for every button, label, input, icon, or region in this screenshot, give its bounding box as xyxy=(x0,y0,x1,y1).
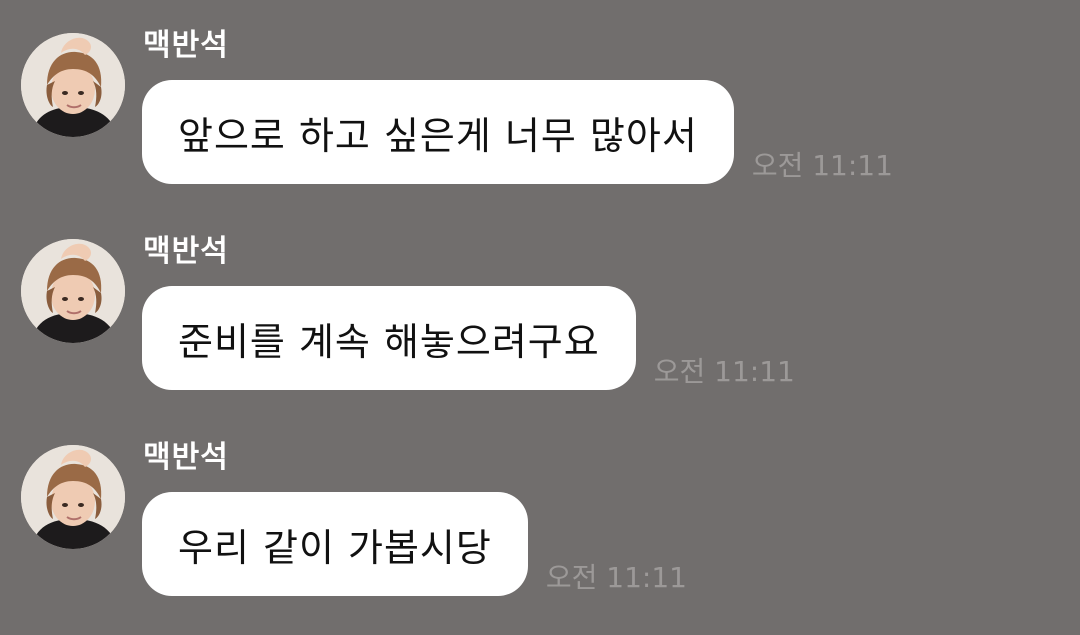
message-bubble[interactable]: 준비를 계속 해놓으려구요 xyxy=(142,286,636,390)
sender-name: 맥반석 xyxy=(143,28,229,63)
message-text: 앞으로 하고 싶은게 너무 많아서 xyxy=(178,113,698,158)
message-row: 맥반석 앞으로 하고 싶은게 너무 많아서 오전 11:11 xyxy=(0,28,1080,208)
message-timestamp: 오전 11:11 xyxy=(653,355,795,388)
message-timestamp: 오전 11:11 xyxy=(545,561,687,594)
chat-area[interactable]: 맥반석 앞으로 하고 싶은게 너무 많아서 오전 11:11 맥반석 준비를 계… xyxy=(0,0,1080,635)
message-text: 준비를 계속 해놓으려구요 xyxy=(178,319,600,364)
avatar[interactable] xyxy=(21,33,125,137)
avatar-photo-icon xyxy=(21,445,125,549)
message-line: 앞으로 하고 싶은게 너무 많아서 오전 11:11 xyxy=(142,80,893,184)
message-line: 준비를 계속 해놓으려구요 오전 11:11 xyxy=(142,286,795,390)
message-line: 우리 같이 가봅시당 오전 11:11 xyxy=(142,492,687,596)
message-row: 맥반석 우리 같이 가봅시당 오전 11:11 xyxy=(0,440,1080,620)
avatar[interactable] xyxy=(21,239,125,343)
message-bubble[interactable]: 우리 같이 가봅시당 xyxy=(142,492,528,596)
message-row: 맥반석 준비를 계속 해놓으려구요 오전 11:11 xyxy=(0,234,1080,414)
message-text: 우리 같이 가봅시당 xyxy=(178,525,492,570)
sender-name: 맥반석 xyxy=(143,234,229,269)
message-bubble[interactable]: 앞으로 하고 싶은게 너무 많아서 xyxy=(142,80,734,184)
sender-name: 맥반석 xyxy=(143,440,229,475)
avatar-photo-icon xyxy=(21,33,125,137)
avatar[interactable] xyxy=(21,445,125,549)
message-timestamp: 오전 11:11 xyxy=(751,149,893,182)
avatar-photo-icon xyxy=(21,239,125,343)
